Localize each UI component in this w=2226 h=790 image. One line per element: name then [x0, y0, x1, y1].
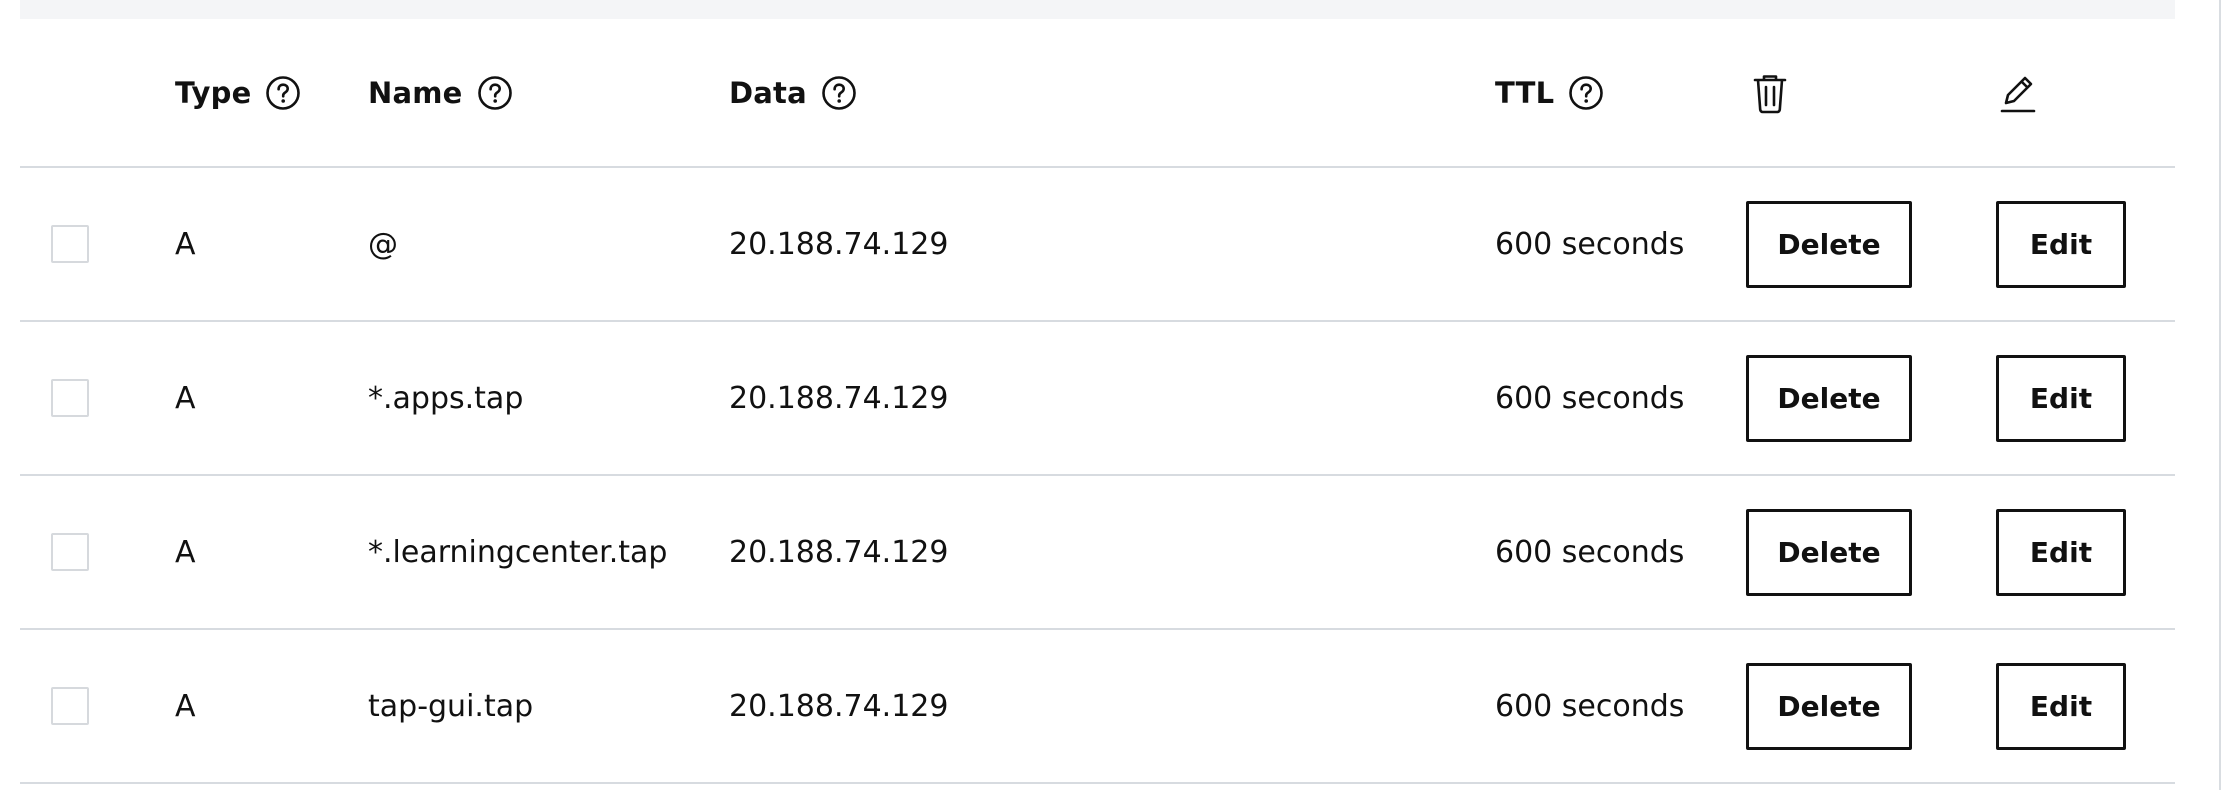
edit-cell: Edit — [1996, 168, 2126, 320]
delete-cell: Delete — [1746, 630, 1912, 782]
pencil-icon[interactable] — [1998, 19, 2038, 166]
type-value: A — [175, 688, 196, 724]
header-ttl: TTL — [1495, 19, 1604, 166]
top-band — [20, 0, 2175, 19]
edit-button[interactable]: Edit — [1996, 354, 2126, 442]
row-checkbox[interactable] — [51, 225, 89, 263]
row-checkbox[interactable] — [51, 379, 89, 417]
type-cell: A — [175, 322, 196, 474]
type-value: A — [175, 534, 196, 570]
ttl-cell: 600 seconds — [1495, 322, 1684, 474]
ttl-value: 600 seconds — [1495, 380, 1685, 416]
table-row: A *.apps.tap 20.188.74.129 600 seconds D… — [20, 322, 2175, 476]
ttl-value: 600 seconds — [1495, 688, 1685, 724]
row-checkbox-cell — [51, 168, 89, 320]
delete-button[interactable]: Delete — [1746, 200, 1912, 288]
edit-button[interactable]: Edit — [1996, 662, 2126, 750]
name-cell: *.learningcenter.tap — [368, 476, 667, 628]
edit-cell: Edit — [1996, 322, 2126, 474]
header-type-label: Type — [175, 75, 252, 110]
header-name: Name — [368, 19, 513, 166]
data-cell: 20.188.74.129 — [729, 476, 948, 628]
help-circle-icon[interactable] — [1568, 75, 1604, 111]
delete-button[interactable]: Delete — [1746, 354, 1912, 442]
type-value: A — [175, 380, 196, 416]
row-checkbox-cell — [51, 476, 89, 628]
header-data: Data — [729, 19, 857, 166]
scroll-edge — [2219, 0, 2221, 790]
name-cell: *.apps.tap — [368, 322, 523, 474]
ttl-cell: 600 seconds — [1495, 476, 1684, 628]
ttl-value: 600 seconds — [1495, 226, 1685, 262]
type-cell: A — [175, 168, 196, 320]
row-checkbox-cell — [51, 630, 89, 782]
help-circle-icon[interactable] — [477, 75, 513, 111]
delete-button[interactable]: Delete — [1746, 508, 1912, 596]
delete-cell: Delete — [1746, 322, 1912, 474]
table-row: A *.learningcenter.tap 20.188.74.129 600… — [20, 476, 2175, 630]
name-value: *.learningcenter.tap — [368, 534, 668, 570]
help-circle-icon[interactable] — [821, 75, 857, 111]
edit-cell: Edit — [1996, 630, 2126, 782]
delete-cell: Delete — [1746, 476, 1912, 628]
data-value: 20.188.74.129 — [729, 534, 949, 570]
ttl-cell: 600 seconds — [1495, 630, 1684, 782]
header-ttl-label: TTL — [1495, 75, 1555, 110]
trash-icon[interactable] — [1750, 19, 1790, 166]
data-cell: 20.188.74.129 — [729, 168, 948, 320]
table-row: A @ 20.188.74.129 600 seconds Delete Edi… — [20, 168, 2175, 322]
row-checkbox-cell — [51, 322, 89, 474]
help-circle-icon[interactable] — [265, 75, 301, 111]
header-name-label: Name — [368, 75, 463, 110]
header-data-label: Data — [729, 75, 807, 110]
name-value: *.apps.tap — [368, 380, 524, 416]
edit-button[interactable]: Edit — [1996, 508, 2126, 596]
ttl-cell: 600 seconds — [1495, 168, 1684, 320]
delete-cell: Delete — [1746, 168, 1912, 320]
name-cell: tap-gui.tap — [368, 630, 533, 782]
name-cell: @ — [368, 168, 398, 320]
row-checkbox[interactable] — [51, 533, 89, 571]
name-value: tap-gui.tap — [368, 688, 534, 724]
data-cell: 20.188.74.129 — [729, 322, 948, 474]
data-value: 20.188.74.129 — [729, 688, 949, 724]
edit-button[interactable]: Edit — [1996, 200, 2126, 288]
row-checkbox[interactable] — [51, 687, 89, 725]
name-value: @ — [368, 226, 398, 262]
delete-button[interactable]: Delete — [1746, 662, 1912, 750]
type-cell: A — [175, 476, 196, 628]
data-cell: 20.188.74.129 — [729, 630, 948, 782]
table-row: A tap-gui.tap 20.188.74.129 600 seconds … — [20, 630, 2175, 784]
type-cell: A — [175, 630, 196, 782]
data-value: 20.188.74.129 — [729, 226, 949, 262]
header-type: Type — [175, 19, 301, 166]
dns-records-table: Type Name Data TTL A @ 20.188.74.129 600… — [20, 19, 2175, 784]
edit-cell: Edit — [1996, 476, 2126, 628]
ttl-value: 600 seconds — [1495, 534, 1685, 570]
table-header: Type Name Data TTL — [20, 19, 2175, 168]
type-value: A — [175, 226, 196, 262]
data-value: 20.188.74.129 — [729, 380, 949, 416]
